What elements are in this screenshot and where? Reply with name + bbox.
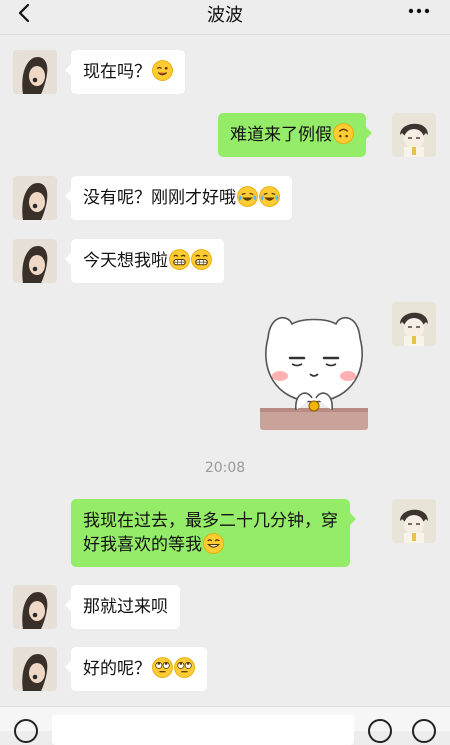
voice-icon[interactable]: [14, 719, 38, 743]
chat-timestamp: 20:08: [204, 460, 246, 476]
tears-of-joy-emoji-icon: [259, 186, 280, 207]
more-dots-icon[interactable]: [408, 8, 430, 14]
avatar-image: [13, 176, 57, 220]
avatar-self[interactable]: [392, 302, 436, 346]
message-text-line: 我现在过去，最多二十几分钟，穿: [83, 511, 338, 531]
message-text: 没有呢？刚刚才好哦: [83, 188, 236, 208]
avatar-contact[interactable]: [13, 647, 57, 691]
chat-header: 波波: [0, 0, 450, 35]
avatar-image: [392, 499, 436, 543]
avatar-contact[interactable]: [13, 50, 57, 94]
cat-sticker[interactable]: [256, 308, 372, 432]
avatar-image: [392, 302, 436, 346]
emoji-icon[interactable]: [368, 719, 392, 743]
avatar-contact[interactable]: [13, 239, 57, 283]
avatar-self[interactable]: [392, 113, 436, 157]
avatar-self[interactable]: [392, 499, 436, 543]
wink-emoji-icon: [152, 60, 173, 81]
smirk-emoji-icon: [203, 533, 224, 554]
plus-icon[interactable]: [412, 719, 436, 743]
message-bubble[interactable]: 我现在过去，最多二十几分钟，穿 好我喜欢的等我: [71, 499, 356, 567]
message-text: 今天想我啦: [83, 251, 168, 271]
message-text: 难道来了例假: [230, 125, 332, 145]
message-bubble[interactable]: 那就过来呗: [65, 585, 180, 629]
message-bubble[interactable]: 难道来了例假: [218, 113, 372, 157]
upside-down-emoji-icon: [333, 123, 354, 144]
message-text: 好的呢？: [83, 659, 151, 679]
tears-of-joy-emoji-icon: [237, 186, 258, 207]
message-text: 现在吗？: [83, 62, 151, 82]
avatar-image: [13, 647, 57, 691]
message-input[interactable]: [52, 715, 354, 745]
rolling-eyes-emoji-icon: [152, 657, 173, 678]
input-bar: [0, 706, 450, 745]
avatar-image: [13, 585, 57, 629]
rolling-eyes-emoji-icon: [174, 657, 195, 678]
message-bubble[interactable]: 好的呢？: [65, 647, 207, 691]
avatar-image: [13, 50, 57, 94]
message-text: 那就过来呗: [83, 597, 168, 617]
message-bubble[interactable]: 今天想我啦: [65, 239, 224, 283]
avatar-image: [392, 113, 436, 157]
message-bubble[interactable]: 没有呢？刚刚才好哦: [65, 176, 292, 220]
grin-emoji-icon: [191, 249, 212, 270]
grin-emoji-icon: [169, 249, 190, 270]
avatar-contact[interactable]: [13, 176, 57, 220]
avatar-contact[interactable]: [13, 585, 57, 629]
message-text-line: 好我喜欢的等我: [83, 535, 202, 555]
chat-title: 波波: [207, 5, 243, 26]
avatar-image: [13, 239, 57, 283]
message-bubble[interactable]: 现在吗？: [65, 50, 185, 94]
